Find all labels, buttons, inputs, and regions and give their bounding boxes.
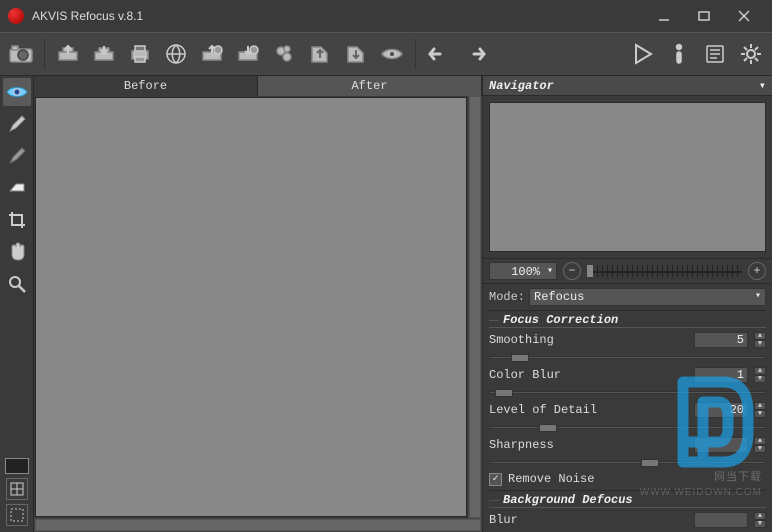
zoom-select[interactable]: 100%: [489, 262, 557, 280]
blur-value[interactable]: [694, 512, 748, 528]
mode-label: Mode:: [489, 290, 525, 304]
minimize-button[interactable]: [644, 2, 684, 30]
level-of-detail-label: Level of Detail: [489, 403, 688, 417]
title-bar: AKVIS Refocus v.8.1: [0, 0, 772, 32]
right-panel: Navigator ▾ 100% − + Mode: Refocus Focus…: [482, 76, 772, 532]
notes-icon[interactable]: [700, 39, 730, 69]
horizontal-scrollbar[interactable]: [34, 518, 482, 532]
sharpness-value[interactable]: [694, 437, 748, 453]
show-selection-icon[interactable]: [6, 504, 28, 526]
zoom-slider[interactable]: [587, 265, 742, 277]
smoothing-slider[interactable]: [489, 352, 766, 360]
run-icon[interactable]: [628, 39, 658, 69]
remove-noise-label: Remove Noise: [508, 472, 594, 486]
navigator-header: Navigator ▾: [483, 76, 772, 96]
web-icon[interactable]: [161, 39, 191, 69]
color-blur-slider[interactable]: [489, 387, 766, 395]
show-regions-icon[interactable]: [6, 478, 28, 500]
level-of-detail-spinner[interactable]: ▲▼: [754, 402, 766, 418]
redo-icon[interactable]: [460, 39, 490, 69]
app-logo-icon: [8, 8, 24, 24]
batch-icon[interactable]: [269, 39, 299, 69]
focus-correction-label: Focus Correction: [489, 310, 766, 328]
focus-brush-icon[interactable]: [3, 110, 31, 138]
sharpness-label: Sharpness: [489, 438, 688, 452]
undo-icon[interactable]: [424, 39, 454, 69]
app-title: AKVIS Refocus v.8.1: [32, 9, 644, 23]
tool-strip: [0, 76, 34, 532]
close-button[interactable]: [724, 2, 764, 30]
remove-noise-checkbox[interactable]: ✓: [489, 473, 502, 486]
zoom-out-icon[interactable]: −: [563, 262, 581, 280]
import-preset-icon[interactable]: [197, 39, 227, 69]
open-icon[interactable]: [53, 39, 83, 69]
export-preset-icon[interactable]: [233, 39, 263, 69]
color-blur-value[interactable]: 1: [694, 367, 748, 383]
save-mask-icon[interactable]: [341, 39, 371, 69]
zoom-bar: 100% − +: [483, 258, 772, 284]
settings-icon[interactable]: [736, 39, 766, 69]
zoom-icon[interactable]: [3, 270, 31, 298]
smoothing-value[interactable]: 5: [694, 332, 748, 348]
tab-after[interactable]: After: [258, 76, 482, 96]
mode-select[interactable]: Refocus: [529, 288, 766, 306]
parameters-panel: Mode: Refocus Focus Correction Smoothing…: [483, 284, 772, 532]
tab-before[interactable]: Before: [34, 76, 258, 96]
color-swatch[interactable]: [5, 458, 29, 474]
canvas-area: Before After: [34, 76, 482, 532]
navigator-preview[interactable]: [489, 102, 766, 252]
blur-spinner[interactable]: ▲▼: [754, 512, 766, 528]
color-blur-label: Color Blur: [489, 368, 688, 382]
main-toolbar: [0, 32, 772, 76]
level-of-detail-slider[interactable]: [489, 422, 766, 430]
crop-icon[interactable]: [3, 206, 31, 234]
background-brush-icon[interactable]: [3, 142, 31, 170]
navigator-title: Navigator: [489, 79, 554, 93]
zoom-in-icon[interactable]: +: [748, 262, 766, 280]
maximize-button[interactable]: [684, 2, 724, 30]
color-blur-spinner[interactable]: ▲▼: [754, 367, 766, 383]
vertical-scrollbar[interactable]: [468, 96, 482, 518]
collapse-icon[interactable]: ▾: [759, 78, 766, 93]
preview-icon[interactable]: [377, 39, 407, 69]
background-defocus-label: Background Defocus: [489, 490, 766, 508]
info-icon[interactable]: [664, 39, 694, 69]
level-of-detail-value[interactable]: 20: [694, 402, 748, 418]
sharpness-spinner[interactable]: ▲▼: [754, 437, 766, 453]
save-icon[interactable]: [89, 39, 119, 69]
print-icon[interactable]: [125, 39, 155, 69]
toolbar-divider: [44, 39, 45, 69]
smoothing-spinner[interactable]: ▲▼: [754, 332, 766, 348]
toolbar-divider: [415, 39, 416, 69]
smoothing-label: Smoothing: [489, 333, 688, 347]
view-tabs: Before After: [34, 76, 482, 96]
sharpness-slider[interactable]: [489, 457, 766, 465]
canvas[interactable]: [35, 97, 467, 517]
blur-label: Blur: [489, 513, 688, 527]
load-mask-icon[interactable]: [305, 39, 335, 69]
preview-tool-icon[interactable]: [3, 78, 31, 106]
camera-icon[interactable]: [6, 39, 36, 69]
eraser-icon[interactable]: [3, 174, 31, 202]
hand-icon[interactable]: [3, 238, 31, 266]
